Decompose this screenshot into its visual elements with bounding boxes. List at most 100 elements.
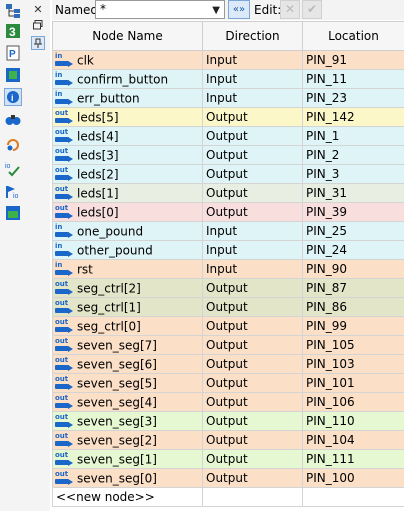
new-node-cell[interactable]: <<new node>> [52,487,203,507]
node-icon[interactable] [4,66,22,84]
node-name-cell[interactable]: out leds[1] [52,183,203,203]
table-row[interactable]: out seven_seg[1] Output PIN_111 [52,449,404,469]
direction-cell[interactable]: Input [202,69,303,89]
chevron-down-icon[interactable]: ▼ [212,2,220,19]
p-chip-icon[interactable]: P [4,44,22,62]
node-name-cell[interactable]: in rst [52,259,203,279]
direction-cell[interactable]: Output [202,278,303,298]
location-cell[interactable]: PIN_86 [302,297,404,317]
location-cell[interactable]: PIN_11 [302,69,404,89]
node-name-cell[interactable]: out leds[5] [52,107,203,127]
node-name-cell[interactable]: in one_pound [52,221,203,241]
node-name-cell[interactable]: out seg_ctrl[0] [52,316,203,336]
table-row[interactable]: out leds[0] Output PIN_39 [52,202,404,222]
node-name-cell[interactable]: in other_pound [52,240,203,260]
column-header-direction[interactable]: Direction [202,21,303,51]
binoculars-icon[interactable] [4,110,22,128]
location-cell[interactable]: PIN_90 [302,259,404,279]
location-cell[interactable]: PIN_104 [302,430,404,450]
table-row[interactable]: out seg_ctrl[2] Output PIN_87 [52,278,404,298]
node-name-cell[interactable]: out leds[0] [52,202,203,222]
column-header-location[interactable]: Location [302,21,404,51]
direction-cell[interactable]: Output [202,335,303,355]
table-row[interactable]: out seven_seg[0] Output PIN_100 [52,468,404,488]
io-flag-icon[interactable]: io [4,182,22,200]
direction-cell[interactable]: Input [202,88,303,108]
node-name-cell[interactable]: out seven_seg[6] [52,354,203,374]
direction-cell[interactable]: Output [202,411,303,431]
cancel-edit-button[interactable]: ✕ [280,0,300,19]
table-row[interactable]: in rst Input PIN_90 [52,259,404,279]
direction-cell[interactable]: Output [202,202,303,222]
direction-cell[interactable]: Output [202,354,303,374]
node-name-cell[interactable]: out seven_seg[4] [52,392,203,412]
node-name-cell[interactable]: out leds[4] [52,126,203,146]
direction-cell[interactable]: Output [202,449,303,469]
direction-cell[interactable]: Input [202,221,303,241]
table-row[interactable]: out seven_seg[2] Output PIN_104 [52,430,404,450]
direction-cell[interactable]: Output [202,392,303,412]
table-row[interactable]: out leds[2] Output PIN_3 [52,164,404,184]
location-cell[interactable]: PIN_87 [302,278,404,298]
direction-cell[interactable]: Input [202,259,303,279]
direction-cell[interactable]: Output [202,468,303,488]
hierarchy-icon[interactable] [4,2,22,20]
direction-cell[interactable]: Output [202,107,303,127]
location-cell[interactable]: PIN_111 [302,449,404,469]
node-name-cell[interactable]: out leds[2] [52,164,203,184]
refresh-icon[interactable] [4,136,22,154]
refine-filter-button[interactable]: «» [228,0,250,19]
location-cell[interactable]: PIN_1 [302,126,404,146]
node-name-cell[interactable]: out seven_seg[5] [52,373,203,393]
table-row[interactable]: in one_pound Input PIN_25 [52,221,404,241]
direction-cell[interactable]: Output [202,126,303,146]
direction-cell[interactable]: Input [202,240,303,260]
node-name-cell[interactable]: out seven_seg[7] [52,335,203,355]
io-check-icon[interactable]: io [4,160,22,178]
node-name-cell[interactable]: out seven_seg[0] [52,468,203,488]
direction-cell[interactable]: Output [202,316,303,336]
table-row[interactable]: in other_pound Input PIN_24 [52,240,404,260]
node-name-cell[interactable]: in clk [52,50,203,70]
table-row[interactable]: out seg_ctrl[1] Output PIN_86 [52,297,404,317]
location-cell[interactable]: PIN_110 [302,411,404,431]
node-name-cell[interactable]: out seg_ctrl[2] [52,278,203,298]
restore-icon[interactable] [31,18,45,32]
table-row[interactable]: out seven_seg[5] Output PIN_101 [52,373,404,393]
table-row[interactable]: out seven_seg[4] Output PIN_106 [52,392,404,412]
node-name-cell[interactable]: in confirm_button [52,69,203,89]
info-icon[interactable]: i [4,88,22,106]
direction-cell[interactable]: Output [202,373,303,393]
node-name-cell[interactable]: out seven_seg[3] [52,411,203,431]
table-row[interactable]: in clk Input PIN_91 [52,50,404,70]
table-row[interactable]: out seven_seg[6] Output PIN_103 [52,354,404,374]
direction-cell[interactable]: Output [202,145,303,165]
node-name-cell[interactable]: out seven_seg[2] [52,430,203,450]
location-cell[interactable]: PIN_91 [302,50,404,70]
location-cell[interactable]: PIN_25 [302,221,404,241]
location-cell[interactable]: PIN_142 [302,107,404,127]
table-row[interactable]: out seven_seg[7] Output PIN_105 [52,335,404,355]
node-name-cell[interactable]: in err_button [52,88,203,108]
direction-cell[interactable]: Output [202,430,303,450]
direction-cell[interactable]: Output [202,164,303,184]
node-name-cell[interactable]: out leds[3] [52,145,203,165]
direction-cell[interactable]: Output [202,183,303,203]
column-header-node-name[interactable]: Node Name [52,21,203,51]
table-row[interactable]: out leds[3] Output PIN_2 [52,145,404,165]
node-name-cell[interactable]: out seg_ctrl[1] [52,297,203,317]
table-row[interactable]: out leds[1] Output PIN_31 [52,183,404,203]
location-cell[interactable]: PIN_2 [302,145,404,165]
location-cell[interactable]: PIN_39 [302,202,404,222]
location-cell[interactable]: PIN_24 [302,240,404,260]
location-cell[interactable]: PIN_100 [302,468,404,488]
direction-cell[interactable]: Output [202,297,303,317]
location-cell[interactable]: PIN_106 [302,392,404,412]
table-row[interactable]: in confirm_button Input PIN_11 [52,69,404,89]
location-cell[interactable]: PIN_23 [302,88,404,108]
table-row[interactable]: out leds[5] Output PIN_142 [52,107,404,127]
accept-edit-button[interactable]: ✔ [302,0,322,19]
location-cell[interactable]: PIN_99 [302,316,404,336]
device-icon[interactable] [4,204,22,222]
table-row[interactable]: in err_button Input PIN_23 [52,88,404,108]
